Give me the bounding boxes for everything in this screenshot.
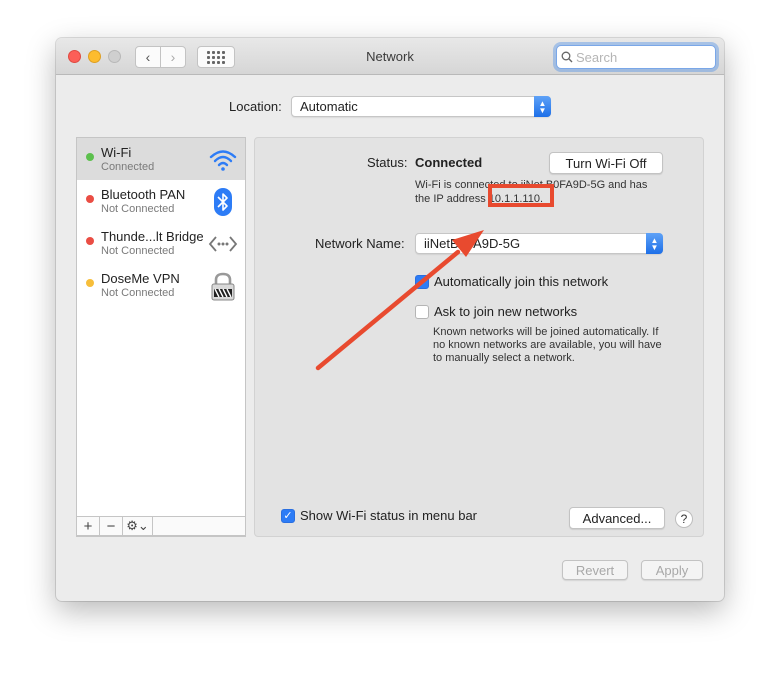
annotation-arrow-shaft (315, 249, 461, 371)
annotation-arrow (315, 230, 484, 371)
